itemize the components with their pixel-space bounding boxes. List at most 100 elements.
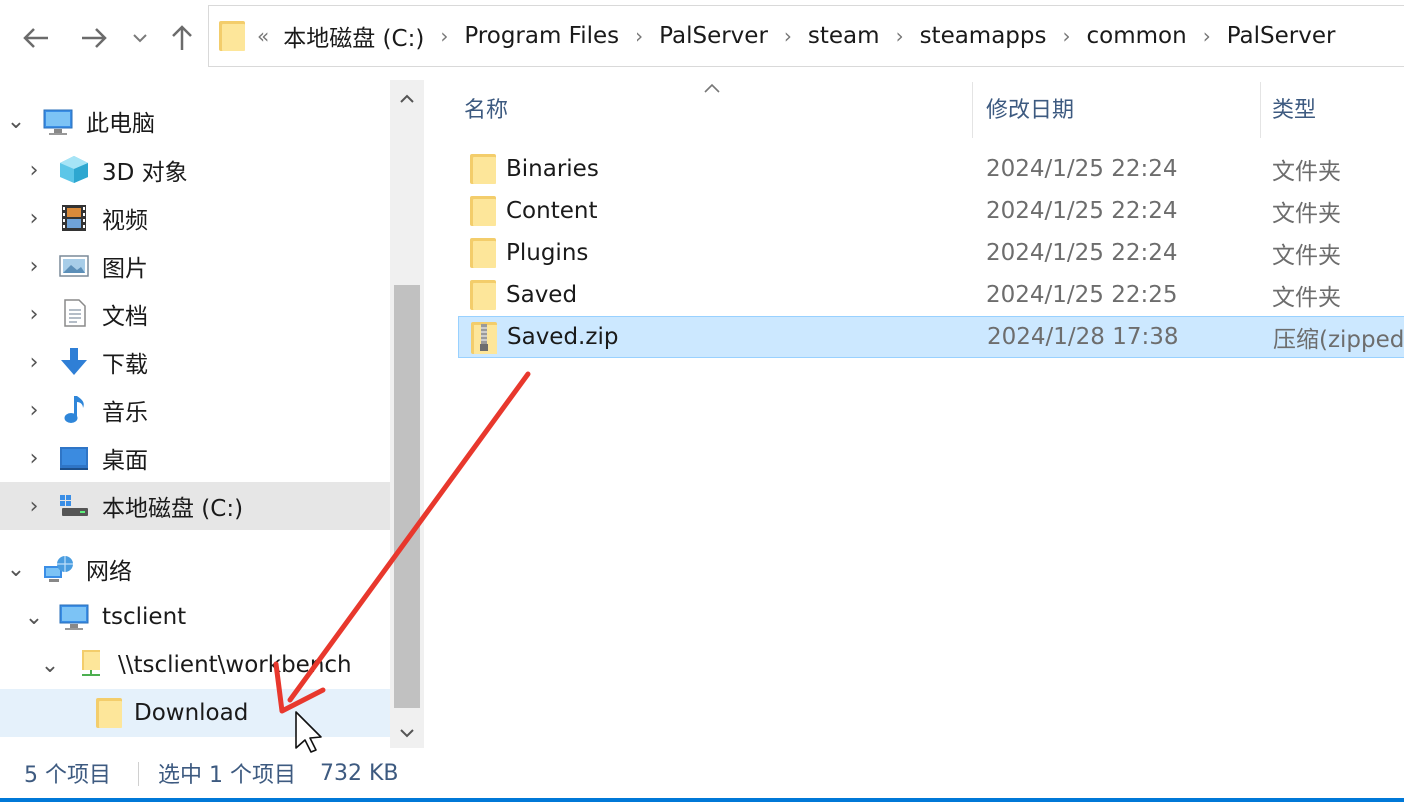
tree-item-label: 图片 — [102, 256, 148, 282]
chevron-right-icon[interactable]: › — [784, 24, 792, 48]
scroll-down-button[interactable] — [390, 716, 424, 750]
nav-pane-scrollbar[interactable] — [390, 80, 424, 748]
chevron-right-icon[interactable]: › — [22, 398, 46, 423]
chevron-down-icon[interactable]: ⌄ — [4, 557, 28, 582]
arrow-up-icon — [172, 25, 192, 50]
network-icon — [44, 556, 73, 582]
chevron-down-icon — [133, 34, 147, 43]
chevron-right-icon[interactable]: › — [22, 254, 46, 279]
breadcrumb-item[interactable]: Program Files — [464, 23, 619, 49]
column-divider[interactable] — [1260, 82, 1261, 138]
column-header-modified[interactable]: 修改日期 — [986, 92, 1074, 124]
tree-item-workbench-share[interactable]: ⌄ \\tsclient\workbench — [0, 641, 390, 689]
file-type: 压缩(zipped — [1273, 327, 1404, 353]
chevron-right-icon[interactable]: › — [22, 206, 46, 231]
folder-icon — [470, 238, 496, 268]
tree-item-this-pc[interactable]: ⌄ 此电脑 — [0, 97, 390, 145]
breadcrumb-item[interactable]: steamapps — [920, 23, 1047, 49]
breadcrumb-overflow[interactable]: « — [257, 24, 269, 48]
tree-item-local-disk[interactable]: › 本地磁盘 (C:) — [0, 482, 390, 530]
tree-item-network[interactable]: ⌄ 网络 — [0, 545, 390, 593]
tree-item-label: 视频 — [102, 208, 148, 234]
tree-item-label: \\tsclient\workbench — [118, 652, 352, 678]
chevron-right-icon[interactable]: › — [22, 494, 46, 519]
chevron-right-icon[interactable]: › — [22, 350, 46, 375]
tree-item-videos[interactable]: › 视频 — [0, 194, 390, 242]
file-name: Content — [506, 198, 598, 224]
file-modified: 2024/1/25 22:24 — [986, 240, 1178, 266]
file-modified: 2024/1/25 22:24 — [986, 198, 1178, 224]
recent-locations-button[interactable] — [128, 18, 152, 58]
column-divider[interactable] — [972, 82, 973, 138]
tree-item-3d-objects[interactable]: › 3D 对象 — [0, 146, 390, 194]
up-button[interactable] — [164, 18, 200, 58]
music-icon — [64, 396, 84, 423]
download-icon — [61, 348, 87, 375]
chevron-right-icon[interactable]: › — [22, 446, 46, 471]
tree-item-downloads[interactable]: › 下载 — [0, 338, 390, 386]
status-bar: 5 个项目 选中 1 个项目 732 KB — [0, 748, 1404, 798]
chevron-down-icon[interactable]: ⌄ — [4, 109, 28, 134]
arrow-right-icon — [82, 28, 107, 48]
file-name: Binaries — [506, 156, 599, 182]
back-button[interactable] — [18, 18, 54, 58]
scrollbar-thumb[interactable] — [394, 285, 420, 708]
folder-icon — [96, 698, 122, 728]
address-bar[interactable]: « 本地磁盘 (C:) › Program Files › PalServer … — [208, 5, 1404, 67]
file-row[interactable]: Plugins 2024/1/25 22:24 文件夹 — [458, 232, 1404, 274]
document-icon — [64, 299, 86, 327]
navigation-pane: ⌄ 此电脑 › 3D 对象 › 视频 › 图片 › 文档 › 下载 › 音乐 ›… — [0, 72, 390, 748]
tree-item-tsclient[interactable]: ⌄ tsclient — [0, 593, 390, 641]
tree-item-label: 本地磁盘 (C:) — [102, 496, 244, 522]
file-type: 文件夹 — [1272, 243, 1341, 269]
file-modified: 2024/1/25 22:25 — [986, 282, 1178, 308]
tree-item-pictures[interactable]: › 图片 — [0, 242, 390, 290]
tree-item-label: 网络 — [86, 559, 132, 585]
drive-icon — [60, 495, 88, 516]
tree-item-label: 文档 — [102, 304, 148, 330]
file-name: Plugins — [506, 240, 589, 266]
chevron-right-icon[interactable]: › — [22, 158, 46, 183]
tree-item-music[interactable]: › 音乐 — [0, 386, 390, 434]
address-toolbar: « 本地磁盘 (C:) › Program Files › PalServer … — [0, 0, 1404, 72]
item-count: 5 个项目 — [24, 763, 111, 788]
tree-item-desktop[interactable]: › 桌面 — [0, 434, 390, 482]
file-modified: 2024/1/25 22:24 — [986, 156, 1178, 182]
chevron-right-icon[interactable]: › — [22, 302, 46, 327]
breadcrumb-item[interactable]: PalServer — [659, 23, 768, 49]
chevron-right-icon[interactable]: › — [440, 24, 448, 48]
file-row[interactable]: Saved 2024/1/25 22:25 文件夹 — [458, 274, 1404, 316]
breadcrumb-item[interactable]: common — [1087, 23, 1187, 49]
column-header-type[interactable]: 类型 — [1272, 92, 1316, 124]
chevron-right-icon[interactable]: › — [1063, 24, 1071, 48]
tree-item-download-folder[interactable]: Download — [0, 689, 390, 737]
folder-icon — [470, 154, 496, 184]
tree-item-label: 音乐 — [102, 400, 148, 426]
chevron-right-icon[interactable]: › — [896, 24, 904, 48]
scroll-up-button[interactable] — [390, 82, 424, 116]
sort-ascending-icon — [704, 74, 720, 98]
chevron-down-icon[interactable]: ⌄ — [38, 653, 62, 678]
file-modified: 2024/1/28 17:38 — [987, 324, 1179, 350]
chevron-down-icon[interactable]: ⌄ — [22, 605, 46, 630]
file-row[interactable]: Binaries 2024/1/25 22:24 文件夹 — [458, 148, 1404, 190]
tree-item-documents[interactable]: › 文档 — [0, 290, 390, 338]
file-row[interactable]: Content 2024/1/25 22:24 文件夹 — [458, 190, 1404, 232]
file-row-selected[interactable]: Saved.zip 2024/1/28 17:38 压缩(zipped — [458, 316, 1404, 358]
status-divider — [138, 762, 139, 786]
chevron-right-icon[interactable]: › — [1203, 24, 1211, 48]
picture-icon — [59, 255, 89, 277]
arrow-left-icon — [23, 28, 48, 48]
file-list: 名称 修改日期 类型 Binaries 2024/1/25 22:24 文件夹 … — [428, 72, 1404, 748]
forward-button[interactable] — [76, 18, 112, 58]
chevron-right-icon[interactable]: › — [635, 24, 643, 48]
folder-icon — [219, 21, 245, 51]
tree-item-label: Download — [134, 700, 249, 726]
breadcrumb-item[interactable]: PalServer — [1227, 23, 1336, 49]
tree-item-label: tsclient — [102, 604, 187, 630]
column-header-name[interactable]: 名称 — [464, 92, 508, 124]
breadcrumb-item[interactable]: 本地磁盘 (C:) — [283, 19, 424, 53]
network-folder-icon — [82, 650, 100, 676]
chevron-down-icon — [400, 729, 414, 738]
breadcrumb-item[interactable]: steam — [808, 23, 880, 49]
